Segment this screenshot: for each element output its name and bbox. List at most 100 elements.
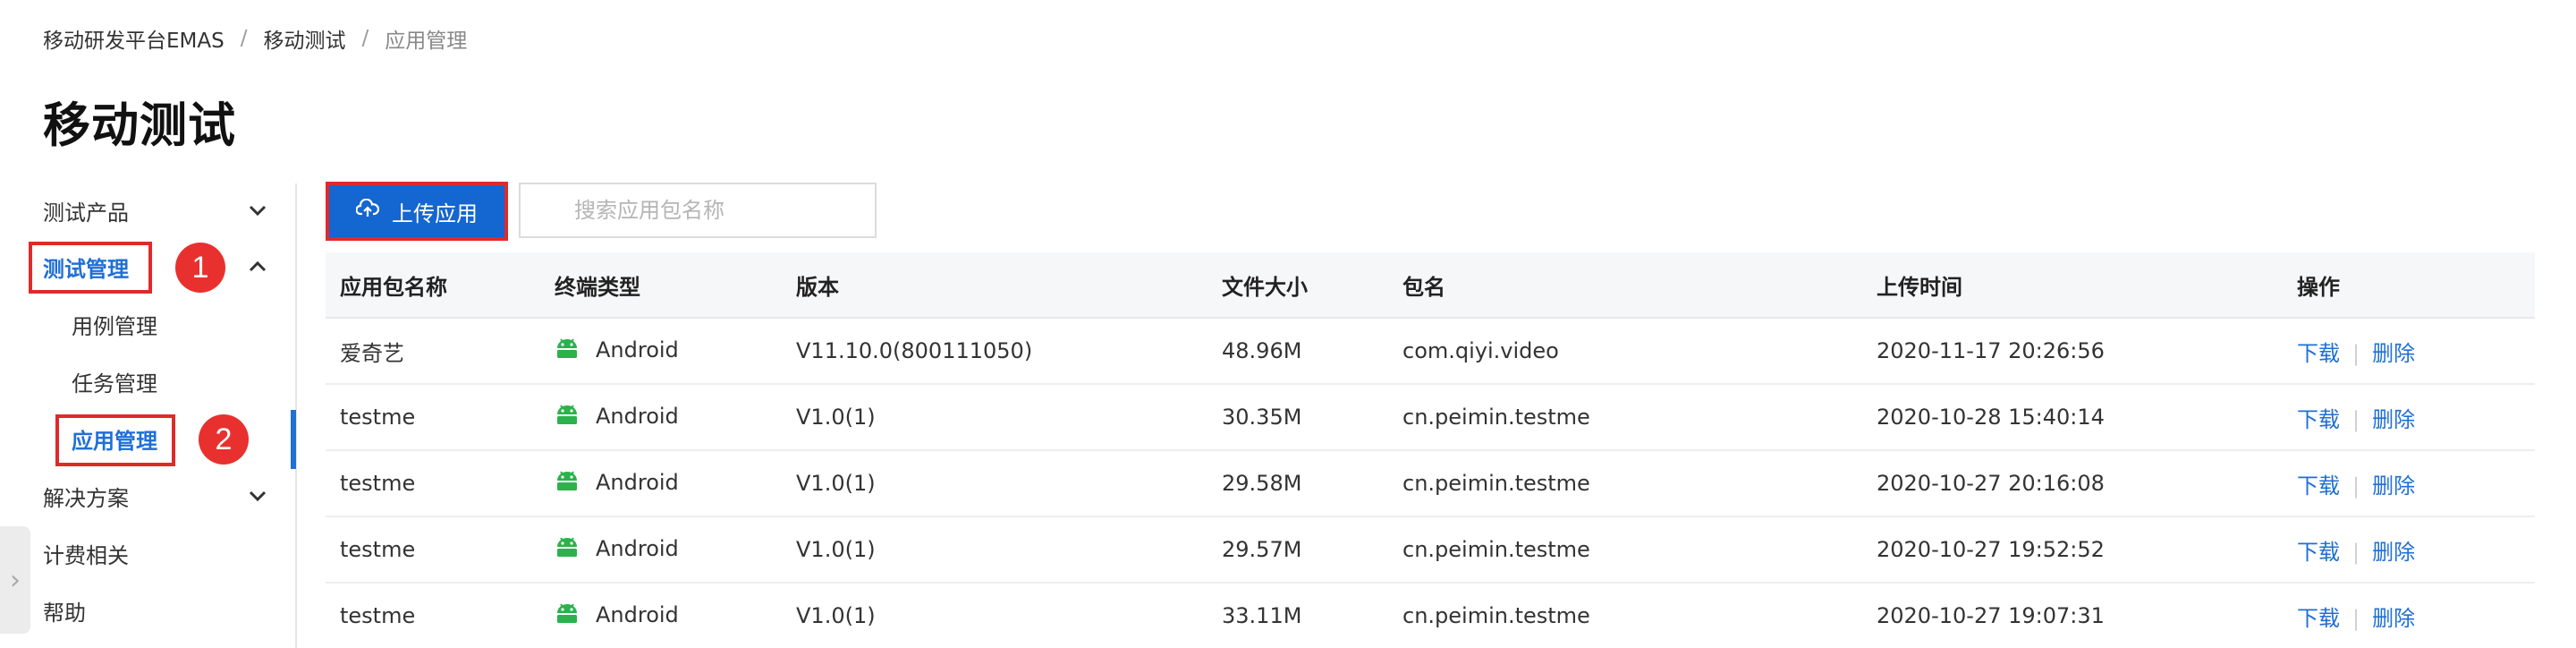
- android-icon: [555, 536, 580, 563]
- breadcrumb-item-current: 应用管理: [385, 30, 468, 53]
- upload-app-label: 上传应用: [392, 200, 478, 226]
- download-link[interactable]: 下载: [2297, 540, 2340, 565]
- sidebar-item-help[interactable]: 帮助: [43, 593, 267, 628]
- cell-package: cn.peimin.testme: [1402, 603, 1590, 628]
- action-divider: |: [2352, 340, 2360, 366]
- table-row: testme Android V1.0(1) 29.58M cn.peimin.…: [326, 451, 2535, 517]
- cell-upload-time: 2020-11-17 20:26:56: [1877, 338, 2105, 363]
- action-divider: |: [2352, 539, 2360, 565]
- table-row: testme Android V1.0(1) 33.11M cn.peimin.…: [326, 584, 2535, 648]
- sidebar-item-test-products[interactable]: 测试产品: [43, 192, 267, 228]
- delete-link[interactable]: 删除: [2372, 473, 2415, 499]
- chevron-down-icon: [249, 485, 267, 507]
- sidebar-item-label: 用例管理: [72, 313, 157, 339]
- cell-file-size: 48.96M: [1222, 338, 1302, 363]
- download-link[interactable]: 下载: [2297, 606, 2340, 631]
- delete-link[interactable]: 删除: [2372, 341, 2415, 366]
- cell-platform-label: Android: [596, 536, 679, 561]
- android-icon: [555, 337, 580, 364]
- chevron-up-icon: [249, 256, 267, 278]
- header-file-size: 文件大小: [1222, 274, 1308, 300]
- annotation-badge-1: 1: [175, 243, 225, 293]
- cell-actions: 下载 | 删除: [2297, 402, 2415, 433]
- page-title: 移动测试: [43, 98, 236, 153]
- table-body: 爱奇艺 Android V11.10.0(800111050) 48.96M c…: [326, 319, 2535, 648]
- cell-actions: 下载 | 删除: [2297, 336, 2415, 367]
- delete-link[interactable]: 删除: [2372, 606, 2415, 631]
- table-row: testme Android V1.0(1) 29.57M cn.peimin.…: [326, 517, 2535, 584]
- breadcrumb-item-mobile-test[interactable]: 移动测试: [263, 23, 345, 54]
- cell-file-size: 29.58M: [1222, 471, 1302, 496]
- cell-file-size: 30.35M: [1222, 405, 1302, 430]
- table-row: testme Android V1.0(1) 30.35M cn.peimin.…: [326, 385, 2535, 451]
- sidebar-item-label: 解决方案: [43, 485, 129, 511]
- cell-platform: Android: [555, 337, 679, 364]
- app-table: 应用包名称 终端类型 版本 文件大小 包名 上传时间 操作 爱奇艺 Androi…: [326, 252, 2535, 648]
- breadcrumb: 移动研发平台EMAS / 移动测试 / 应用管理: [43, 23, 467, 54]
- sidebar-item-case-management[interactable]: 用例管理: [72, 306, 250, 342]
- breadcrumb-separator: /: [361, 27, 369, 50]
- sidebar-item-solutions[interactable]: 解决方案: [43, 478, 267, 514]
- delete-link[interactable]: 删除: [2372, 540, 2415, 565]
- cell-file-size: 33.11M: [1222, 603, 1302, 628]
- cell-version: V11.10.0(800111050): [796, 338, 1033, 363]
- cell-package: cn.peimin.testme: [1402, 405, 1590, 430]
- cell-app-name: 爱奇艺: [340, 340, 404, 366]
- action-divider: |: [2352, 473, 2360, 499]
- download-link[interactable]: 下载: [2297, 341, 2340, 366]
- sidebar-expand-handle[interactable]: ›: [0, 526, 30, 634]
- cell-app-name: testme: [340, 537, 416, 562]
- table-header: 应用包名称 终端类型 版本 文件大小 包名 上传时间 操作: [326, 252, 2535, 319]
- sidebar-item-task-management[interactable]: 任务管理: [72, 363, 250, 399]
- sidebar-active-indicator: [291, 410, 296, 469]
- delete-link[interactable]: 删除: [2372, 407, 2415, 432]
- header-package: 包名: [1402, 274, 1445, 300]
- cell-platform: Android: [555, 404, 679, 431]
- action-divider: |: [2352, 406, 2360, 432]
- cell-version: V1.0(1): [796, 603, 876, 628]
- cell-version: V1.0(1): [796, 471, 876, 496]
- download-link[interactable]: 下载: [2297, 407, 2340, 432]
- sidebar-item-label: 计费相关: [43, 542, 129, 568]
- sidebar-item-label: 测试产品: [43, 200, 129, 226]
- android-icon: [555, 404, 580, 431]
- sidebar-item-billing[interactable]: 计费相关: [43, 535, 267, 571]
- action-divider: |: [2352, 605, 2360, 631]
- sidebar-item-label: 帮助: [43, 600, 86, 626]
- cell-upload-time: 2020-10-27 19:07:31: [1877, 603, 2105, 628]
- cell-package: cn.peimin.testme: [1402, 471, 1590, 496]
- download-link[interactable]: 下载: [2297, 473, 2340, 499]
- cell-upload-time: 2020-10-28 15:40:14: [1877, 405, 2105, 430]
- cloud-upload-icon: [355, 198, 380, 224]
- cell-version: V1.0(1): [796, 405, 876, 430]
- header-app-name: 应用包名称: [340, 274, 447, 300]
- upload-app-button[interactable]: 上传应用: [329, 185, 504, 237]
- table-row: 爱奇艺 Android V11.10.0(800111050) 48.96M c…: [326, 319, 2535, 385]
- cell-platform-label: Android: [596, 470, 679, 495]
- header-upload-time: 上传时间: [1877, 274, 1962, 300]
- annotation-box-2: [55, 414, 175, 466]
- chevron-right-icon: ›: [10, 564, 21, 596]
- cell-actions: 下载 | 删除: [2297, 601, 2415, 632]
- cell-platform: Android: [555, 536, 679, 563]
- cell-platform-label: Android: [596, 602, 679, 627]
- cell-platform-label: Android: [596, 404, 679, 429]
- sidebar-item-label: 任务管理: [72, 371, 157, 396]
- cell-app-name: testme: [340, 471, 416, 496]
- cell-app-name: testme: [340, 405, 416, 430]
- cell-package: com.qiyi.video: [1402, 338, 1559, 363]
- breadcrumb-separator: /: [240, 27, 248, 50]
- cell-upload-time: 2020-10-27 20:16:08: [1877, 471, 2105, 496]
- android-icon: [555, 470, 580, 497]
- cell-file-size: 29.57M: [1222, 537, 1302, 562]
- cell-version: V1.0(1): [796, 537, 876, 562]
- cell-upload-time: 2020-10-27 19:52:52: [1877, 537, 2105, 562]
- header-platform: 终端类型: [555, 274, 640, 300]
- breadcrumb-item-emas[interactable]: 移动研发平台EMAS: [43, 23, 225, 54]
- search-app-input[interactable]: [519, 183, 877, 238]
- cell-actions: 下载 | 删除: [2297, 534, 2415, 566]
- annotation-badge-2: 2: [199, 414, 249, 465]
- header-actions: 操作: [2297, 274, 2340, 300]
- chevron-down-icon: [249, 200, 267, 222]
- cell-platform: Android: [555, 470, 679, 497]
